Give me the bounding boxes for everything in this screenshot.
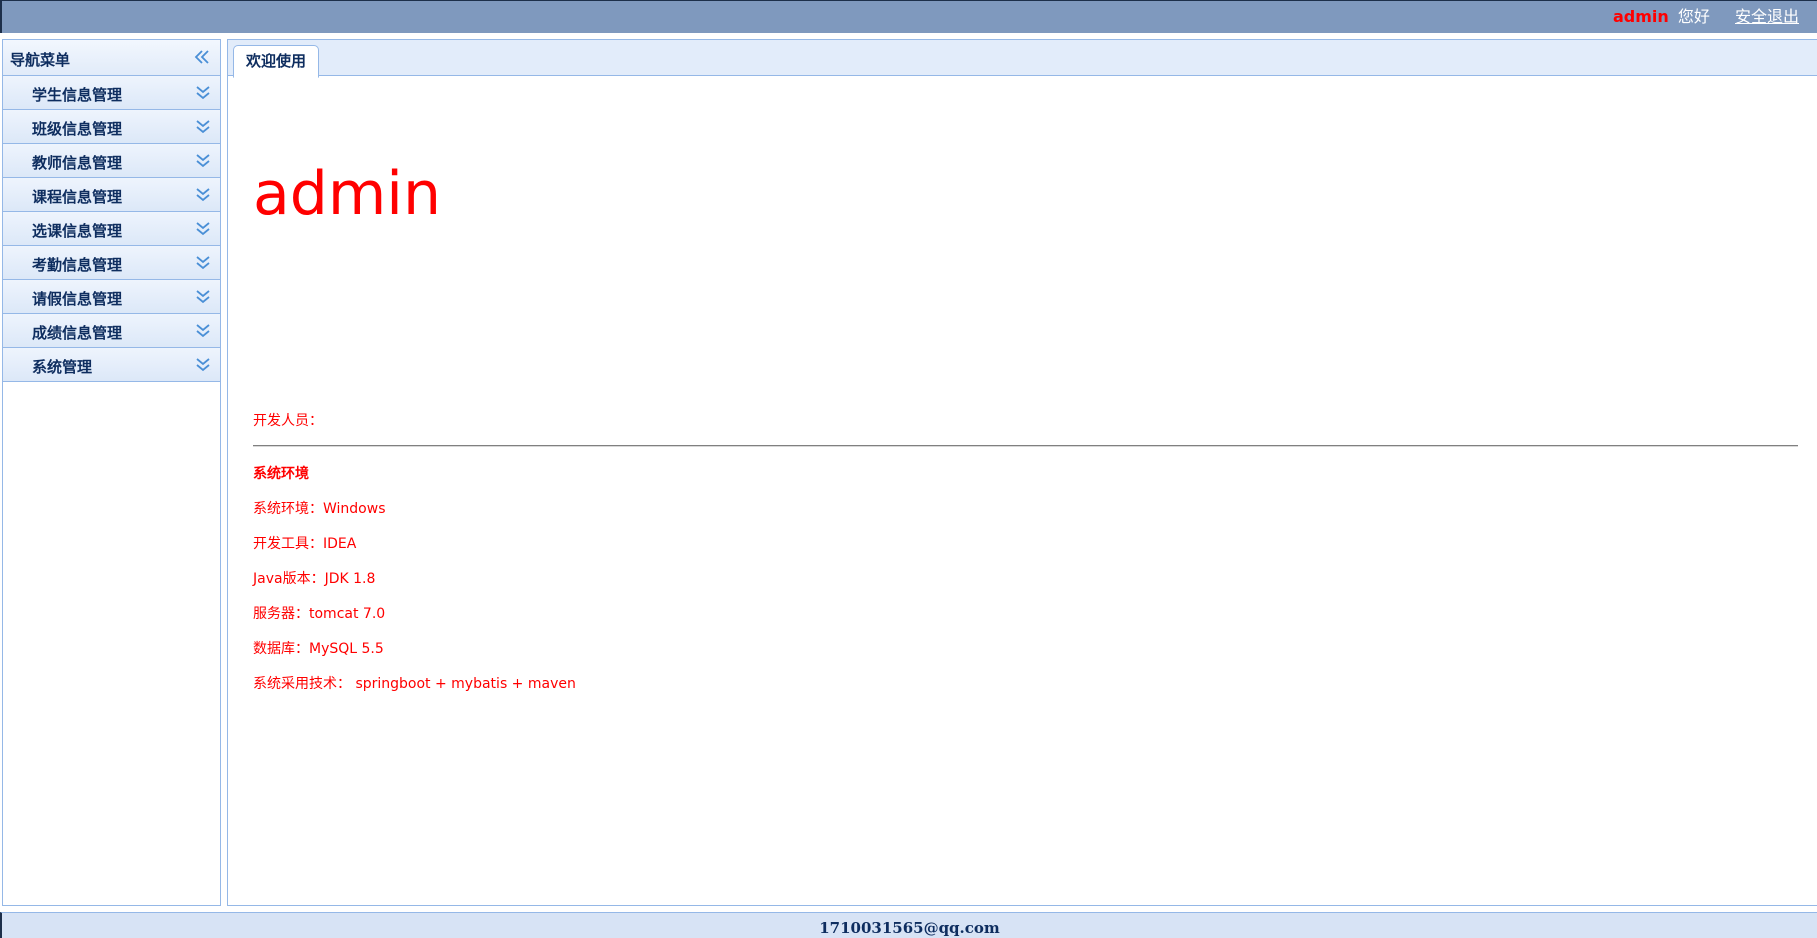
sidebar-item-student-info[interactable]: 学生信息管理 [3,76,220,110]
double-chevron-left-icon[interactable] [193,48,211,66]
double-chevron-down-icon[interactable] [195,288,211,306]
double-chevron-down-icon[interactable] [195,322,211,340]
double-chevron-down-icon[interactable] [195,84,211,102]
developer-label: 开发人员： [253,413,323,429]
main-tabs-panel: 欢迎使用 admin 开发人员： 系统环境 系统环境：Windows 开发工具：… [227,39,1817,906]
header-user-name: admin [1612,7,1669,26]
env-ide-line: 开发工具：IDEA [253,536,357,552]
menu-item-label: 成绩信息管理 [32,324,123,342]
content-divider [253,445,1798,447]
double-chevron-down-icon[interactable] [195,118,211,136]
navigation-sidebar: 导航菜单 学生信息管理 班级信息管理 教师信息管理 课程信息管理 选课信息管理 … [2,39,221,906]
footer: 1710031565@qq.com [0,912,1817,938]
env-tech-line: 系统采用技术： springboot + mybatis + maven [253,676,576,692]
menu-item-label: 考勤信息管理 [32,256,123,274]
sidebar-header: 导航菜单 [3,40,220,76]
user-area: admin 您好 安全退出 [1613,5,1799,29]
sidebar-item-course-info[interactable]: 课程信息管理 [3,178,220,212]
sidebar-title: 导航菜单 [10,51,71,69]
welcome-user-name: admin [253,159,441,229]
menu-item-label: 教师信息管理 [32,154,123,172]
sidebar-item-leave-info[interactable]: 请假信息管理 [3,280,220,314]
menu-item-label: 选课信息管理 [32,222,123,240]
top-header: admin 您好 安全退出 [0,0,1817,33]
menu-item-label: 课程信息管理 [32,188,123,206]
sidebar-item-system-management[interactable]: 系统管理 [3,348,220,382]
menu-list: 学生信息管理 班级信息管理 教师信息管理 课程信息管理 选课信息管理 考勤信息管… [3,76,220,382]
double-chevron-down-icon[interactable] [195,152,211,170]
menu-item-label: 学生信息管理 [32,86,123,104]
double-chevron-down-icon[interactable] [195,356,211,374]
welcome-content: admin 开发人员： 系统环境 系统环境：Windows 开发工具：IDEA … [253,159,1798,692]
menu-item-label: 班级信息管理 [32,120,123,138]
tabs-strip: 欢迎使用 [228,39,1817,78]
env-server-line: 服务器：tomcat 7.0 [253,606,386,622]
double-chevron-down-icon[interactable] [195,186,211,204]
menu-item-label: 系统管理 [32,358,93,376]
system-environment-title: 系统环境 [253,466,309,482]
sidebar-item-teacher-info[interactable]: 教师信息管理 [3,144,220,178]
double-chevron-down-icon[interactable] [195,254,211,272]
env-os-line: 系统环境：Windows [253,501,386,517]
logout-link[interactable]: 安全退出 [1735,7,1799,26]
sidebar-item-class-info[interactable]: 班级信息管理 [3,110,220,144]
app-window: admin 您好 安全退出 导航菜单 学生信息管理 班级信息管理 教师信息管理 [0,0,1817,938]
sidebar-item-course-selection-info[interactable]: 选课信息管理 [3,212,220,246]
header-greeting: 您好 [1677,7,1710,26]
sidebar-item-grade-info[interactable]: 成绩信息管理 [3,314,220,348]
env-java-line: Java版本：JDK 1.8 [253,571,376,587]
tab-welcome[interactable]: 欢迎使用 [233,45,320,78]
footer-email: 1710031565@qq.com [819,919,1000,937]
env-database-line: 数据库：MySQL 5.5 [253,641,384,657]
double-chevron-down-icon[interactable] [195,220,211,238]
menu-item-label: 请假信息管理 [32,290,123,308]
sidebar-item-attendance-info[interactable]: 考勤信息管理 [3,246,220,280]
